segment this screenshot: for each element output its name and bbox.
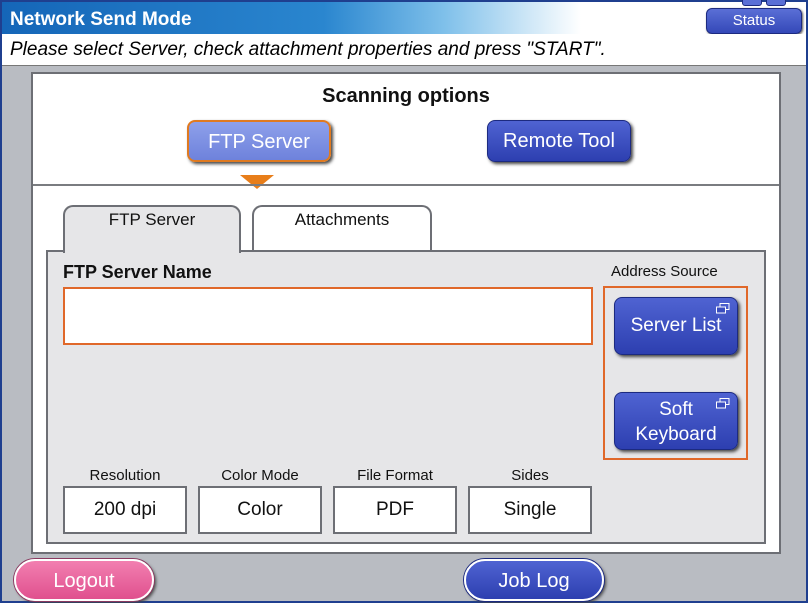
- maximize-icon[interactable]: [766, 0, 786, 6]
- soft-keyboard-label-line2: Keyboard: [635, 424, 717, 445]
- ftp-server-name-label: FTP Server Name: [63, 262, 212, 282]
- color-mode-value-button[interactable]: Color: [198, 486, 322, 534]
- ftp-server-mode-button[interactable]: FTP Server: [187, 120, 331, 162]
- soft-keyboard-button[interactable]: Soft Keyboard: [614, 392, 738, 450]
- ftp-server-tab-panel: FTP Server Name Address Source Server Li…: [46, 250, 766, 544]
- soft-keyboard-label-line1: Soft: [659, 399, 693, 420]
- server-list-label: Server List: [630, 315, 722, 336]
- tab-ftp-server[interactable]: FTP Server: [63, 205, 241, 253]
- resolution-label: Resolution: [89, 467, 161, 484]
- app-window: Network Send Mode Status Please select S…: [0, 0, 808, 603]
- status-button[interactable]: Status: [706, 8, 802, 34]
- color-mode-label: Color Mode: [221, 467, 299, 484]
- title-bar: Network Send Mode Status: [2, 0, 806, 34]
- address-source-label: Address Source: [611, 263, 718, 280]
- instruction-text: Please select Server, check attachment p…: [2, 34, 806, 66]
- tab-attachments[interactable]: Attachments: [252, 205, 432, 251]
- resolution-value-button[interactable]: 200 dpi: [63, 486, 187, 534]
- job-log-button[interactable]: Job Log: [464, 559, 604, 601]
- popup-window-icon: [716, 303, 730, 314]
- scanning-options-title: Scanning options: [322, 85, 490, 107]
- selection-pointer-icon: [240, 175, 274, 189]
- address-source-box: Server List Soft Keyboard: [603, 286, 748, 460]
- main-panel: Scanning options FTP Server Remote Tool …: [31, 72, 781, 554]
- logout-button[interactable]: Logout: [14, 559, 154, 601]
- window-title: Network Send Mode: [10, 9, 192, 30]
- server-list-button[interactable]: Server List: [614, 297, 738, 355]
- remote-tool-mode-button[interactable]: Remote Tool: [487, 120, 631, 162]
- sides-label: Sides: [511, 467, 549, 484]
- file-format-value-button[interactable]: PDF: [333, 486, 457, 534]
- file-format-label: File Format: [357, 467, 433, 484]
- minimize-icon[interactable]: [742, 0, 762, 6]
- ftp-server-name-field[interactable]: [63, 287, 593, 345]
- sides-value-button[interactable]: Single: [468, 486, 592, 534]
- section-divider: [33, 184, 779, 186]
- popup-window-icon: [716, 398, 730, 409]
